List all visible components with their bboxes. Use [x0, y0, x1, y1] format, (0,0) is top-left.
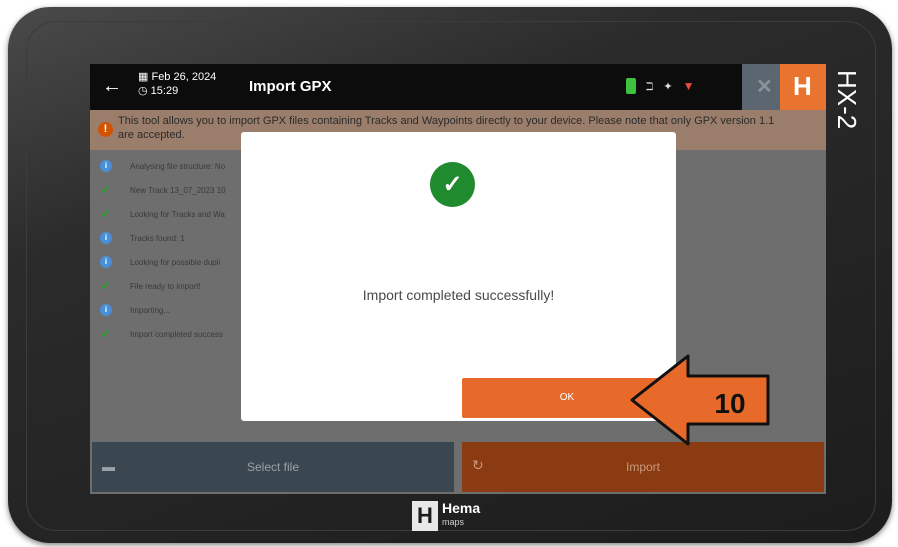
map-mode-icon: ✕ — [756, 76, 773, 98]
alert-icon: ! — [98, 122, 113, 137]
arrow-shape — [630, 354, 770, 446]
import-button[interactable]: ↻ Import — [462, 442, 824, 492]
checkmark-icon: ✓ — [100, 278, 111, 293]
top-bar: ← ▦ Feb 26, 2024 ◷ 15:29 Import GPX ℶ ✦ … — [90, 64, 826, 110]
hema-logo: H Hema maps — [412, 500, 502, 533]
log-row: ✓ Looking for Tracks and Wa — [100, 206, 225, 221]
checkmark-icon: ✓ — [100, 182, 111, 197]
info-icon: i — [100, 256, 112, 268]
step-arrow-annotation: 10 — [630, 354, 770, 446]
import-label: Import — [625, 460, 660, 474]
log-row: i Importing... — [100, 300, 170, 320]
info-icon: i — [100, 304, 112, 316]
clock-icon: ◷ — [138, 85, 148, 97]
hema-h-icon: H — [793, 71, 812, 101]
log-row: i Analysing file structure: No — [100, 156, 225, 176]
status-icons: ℶ ✦ ▼ — [626, 78, 695, 94]
success-check-icon: ✓ — [430, 162, 475, 207]
log-row: ✓ Import completed success — [100, 326, 223, 341]
brand-name: Hema — [442, 500, 481, 516]
step-number: 10 — [714, 388, 745, 419]
checkmark-icon: ✓ — [100, 206, 111, 221]
gps-icon: ✦ — [663, 80, 673, 93]
log-row: i Looking for possible dupli — [100, 252, 220, 272]
page-title: Import GPX — [249, 78, 332, 95]
battery-icon — [626, 78, 636, 94]
date-time: ▦ Feb 26, 2024 ◷ 15:29 — [138, 70, 216, 98]
log-row: ✓ File ready to import! — [100, 278, 201, 293]
date-text: Feb 26, 2024 — [151, 71, 217, 83]
home-button[interactable]: H — [780, 64, 826, 110]
select-file-button[interactable]: ▬ Select file — [92, 442, 454, 492]
calendar-icon: ▦ — [138, 71, 149, 83]
model-label: HX-2 — [832, 70, 862, 129]
model-label-text: HX-2 — [832, 70, 862, 129]
log-row: i Tracks found: 1 — [100, 228, 185, 248]
brand-sub: maps — [442, 517, 465, 527]
dialog-message: Import completed successfully! — [362, 287, 555, 303]
back-arrow-icon[interactable]: ← — [102, 75, 122, 98]
info-icon: i — [100, 160, 112, 172]
hema-logo-icon: H — [412, 501, 438, 531]
checkmark-icon: ✓ — [100, 326, 111, 341]
select-file-label: Select file — [246, 460, 300, 474]
time-text: 15:29 — [150, 85, 179, 97]
signal-icon: ℶ — [646, 80, 654, 93]
wifi-icon: ▼ — [682, 79, 695, 93]
success-dialog: ✓ Import completed successfully! OK — [241, 132, 676, 421]
log-row: ✓ New Track 13_07_2023 10 — [100, 182, 226, 197]
info-icon: i — [100, 232, 112, 244]
